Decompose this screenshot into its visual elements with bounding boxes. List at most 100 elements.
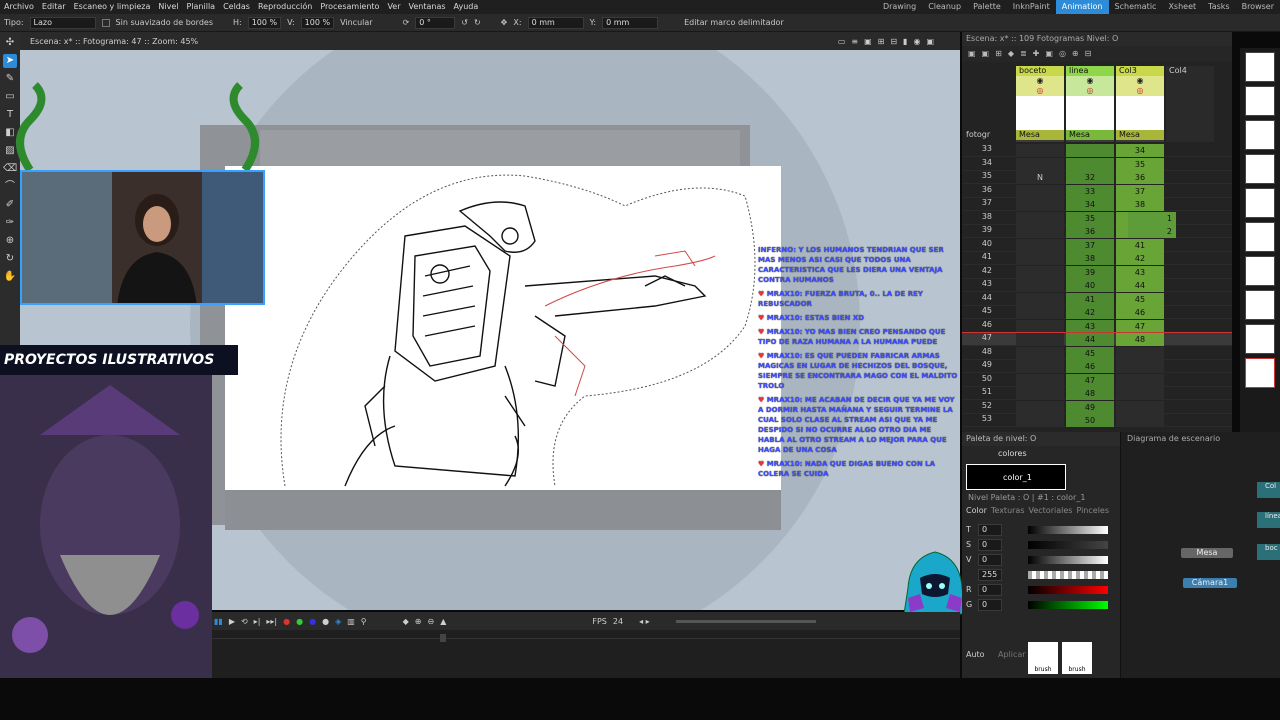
channel-slider[interactable]	[1028, 570, 1108, 579]
zoom-icon[interactable]: ⚲	[361, 617, 367, 626]
room-drawing[interactable]: Drawing	[877, 0, 922, 14]
room-animation[interactable]: Animation	[1055, 0, 1109, 14]
frame-number[interactable]: 39	[962, 225, 1012, 234]
channel-slider[interactable]	[1028, 585, 1108, 594]
xsheet-cell[interactable]	[1116, 373, 1164, 387]
channel-value[interactable]: 255	[978, 568, 1002, 581]
xsheet-cell[interactable]	[1016, 387, 1064, 400]
frame-number[interactable]: 33	[962, 144, 1012, 153]
xsheet-cell[interactable]: 37	[1066, 238, 1114, 252]
xsheet-cell[interactable]: 47	[1066, 373, 1114, 387]
frame-number[interactable]: 36	[962, 185, 1012, 194]
next-frame-icon[interactable]: ▸|	[254, 617, 261, 626]
xsheet-cell[interactable]: 34	[1116, 144, 1164, 157]
frame-number[interactable]: 40	[962, 239, 1012, 248]
xsheet-cell[interactable]	[1016, 144, 1064, 157]
zoom-out-icon[interactable]: ⊖	[428, 617, 435, 626]
sound-icon[interactable]: ◈	[335, 617, 341, 626]
x-field[interactable]: 0 mm	[527, 16, 584, 29]
xsheet-cell[interactable]	[1016, 414, 1064, 427]
xsheet-cell[interactable]: 36	[1066, 225, 1114, 238]
frame-number[interactable]: 47	[962, 333, 1012, 342]
schematic-node-mesa[interactable]: Mesa	[1181, 548, 1233, 558]
zoom-in-icon[interactable]: ⊕	[415, 617, 422, 626]
hand-tool-icon[interactable]: ✋	[3, 270, 17, 284]
frame-number[interactable]: 45	[962, 306, 1012, 315]
channel-value[interactable]: 0	[978, 538, 1002, 551]
level-strip-frame[interactable]	[1245, 120, 1275, 150]
level-strip-frame[interactable]	[1245, 358, 1275, 388]
undo-icon[interactable]: ↺	[461, 14, 468, 32]
frame-number[interactable]: 46	[962, 320, 1012, 329]
tape-tool-icon[interactable]: ⌒	[3, 180, 17, 194]
menu-reproduccion[interactable]: Reproducción	[254, 0, 316, 14]
flip-icon[interactable]: ▲	[440, 617, 446, 626]
xsheet-cell[interactable]: 1	[1128, 211, 1176, 225]
channel-slider[interactable]	[1028, 600, 1108, 609]
menu-archivo[interactable]: Archivo	[0, 0, 38, 14]
tab-texturas[interactable]: Texturas	[991, 504, 1025, 518]
xsheet-cell[interactable]	[1016, 360, 1064, 373]
frame-number[interactable]: 41	[962, 252, 1012, 261]
channel-slider[interactable]	[1028, 555, 1108, 564]
channel-value[interactable]: 0	[978, 598, 1002, 611]
channel-slider[interactable]	[1028, 540, 1108, 549]
room-cleanup[interactable]: Cleanup	[922, 0, 967, 14]
frame-number[interactable]: 51	[962, 387, 1012, 396]
h-field[interactable]: 100 %	[247, 16, 282, 29]
color-swatch[interactable]: color_1	[966, 464, 1066, 490]
frame-number[interactable]: 43	[962, 279, 1012, 288]
xsheet-cell[interactable]	[1016, 157, 1064, 171]
xsheet-tool-icons[interactable]: ▣▣⊞◆≣✚▣◎⊕⊟	[962, 46, 1232, 62]
xsheet-cell[interactable]: 45	[1066, 346, 1114, 360]
level-strip-frame[interactable]	[1245, 154, 1275, 184]
xsheet-cell[interactable]	[1116, 360, 1164, 373]
xsheet-cell[interactable]: 46	[1066, 360, 1114, 373]
xsheet-cell[interactable]	[1016, 184, 1064, 198]
level-strip-frame[interactable]	[1245, 86, 1275, 116]
room-browser[interactable]: Browser	[1236, 0, 1280, 14]
xsheet-cell[interactable]: 48	[1116, 333, 1164, 346]
xsheet-cell[interactable]: 37	[1116, 184, 1164, 198]
xsheet-cell[interactable]	[1016, 319, 1064, 333]
frame-number[interactable]: 35	[962, 171, 1012, 180]
xsheet-cell[interactable]	[1016, 346, 1064, 360]
xsheet-cell[interactable]	[1016, 400, 1064, 414]
xsheet-cell[interactable]: 50	[1066, 414, 1114, 427]
xsheet-cell[interactable]	[1016, 333, 1064, 346]
frame-number[interactable]: 49	[962, 360, 1012, 369]
xsheet-cell[interactable]: 44	[1066, 333, 1114, 346]
menu-celdas[interactable]: Celdas	[219, 0, 254, 14]
xsheet-cell[interactable]: 43	[1116, 265, 1164, 279]
level-strip-frame[interactable]	[1245, 290, 1275, 320]
camstand-toggle-icon[interactable]: ◎	[1066, 86, 1114, 96]
menu-ventanas[interactable]: Ventanas	[405, 0, 450, 14]
auto-button[interactable]: Auto	[966, 650, 985, 659]
xsheet-cell[interactable]: 45	[1116, 292, 1164, 306]
animate-tool-icon[interactable]: ✣	[3, 36, 17, 50]
xsheet-cell[interactable]: 33	[1066, 184, 1114, 198]
frame-number[interactable]: 52	[962, 401, 1012, 410]
picker-tool-icon[interactable]: ✐	[3, 198, 17, 212]
selection-tool-icon[interactable]: ➤	[3, 54, 17, 68]
xsheet-cell[interactable]: N	[1016, 171, 1064, 184]
room-tasks[interactable]: Tasks	[1202, 0, 1235, 14]
channel-value[interactable]: 0	[978, 583, 1002, 596]
last-frame-icon[interactable]: ▸▸|	[266, 617, 277, 626]
xsheet-cell[interactable]	[1116, 387, 1164, 400]
frame-number[interactable]: 38	[962, 212, 1012, 221]
frame-slider-handle[interactable]	[440, 634, 446, 642]
xsheet-cell[interactable]: 39	[1066, 265, 1114, 279]
schematic-node-camera[interactable]: Cámara1	[1183, 578, 1237, 588]
frame-number[interactable]: 50	[962, 374, 1012, 383]
xsheet-cell[interactable]	[1016, 238, 1064, 252]
bbox-toggle[interactable]: Editar marco delimitador	[684, 14, 784, 32]
room-schematic[interactable]: Schematic	[1109, 0, 1163, 14]
frame-number[interactable]: 44	[962, 293, 1012, 302]
level-strip-frame[interactable]	[1245, 222, 1275, 252]
palette-tab[interactable]: colores	[962, 446, 1120, 462]
column-boceto[interactable]: boceto ◉ ◎ Mesa	[1016, 66, 1064, 142]
menu-ayuda[interactable]: Ayuda	[450, 0, 483, 14]
brush-preset[interactable]: brush	[1062, 642, 1092, 674]
tab-vectoriales[interactable]: Vectoriales	[1029, 504, 1073, 518]
